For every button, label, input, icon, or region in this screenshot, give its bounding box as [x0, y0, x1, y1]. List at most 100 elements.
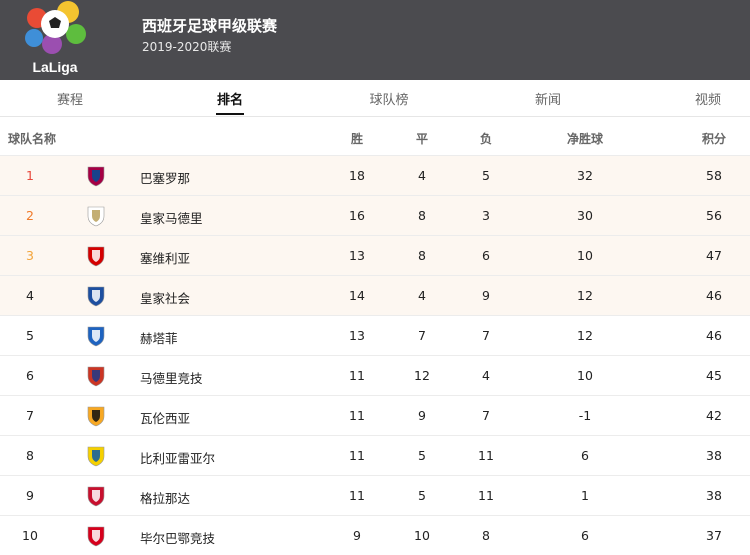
getafe-crest-icon: [87, 326, 105, 347]
points-value: 37: [706, 528, 722, 543]
wins-value: 11: [349, 408, 365, 423]
team-name[interactable]: 毕尔巴鄂竞技: [140, 528, 215, 547]
team-name[interactable]: 马德里竞技: [140, 368, 203, 387]
header-points: 积分: [701, 132, 727, 146]
points-value: 45: [706, 368, 722, 383]
table-body: 1 巴塞罗那 18 4 5 32 58 2 皇家马德里 16 8 3 30 56 3 塞维利亚 13 8 6 10 47…: [0, 155, 750, 555]
athletic-bilbao-crest-icon: [87, 526, 105, 547]
tab-news[interactable]: 新闻: [535, 89, 561, 108]
goal-diff-value: 6: [581, 448, 589, 463]
wins-value: 13: [349, 328, 365, 343]
tab-standings[interactable]: 排名: [217, 89, 243, 108]
league-header: LaLiga 西班牙足球甲级联赛 2019-2020联赛: [0, 0, 750, 80]
header-team: 球队名称: [8, 132, 57, 146]
team-name[interactable]: 塞维利亚: [140, 248, 190, 267]
points-value: 58: [706, 168, 722, 183]
draws-value: 8: [418, 248, 426, 263]
points-value: 42: [706, 408, 722, 423]
standings-table: 球队名称 胜 平 负 净胜球 积分 1 巴塞罗那 18 4 5 32 58 2 皇家马德里 16 8…: [0, 117, 750, 555]
barcelona-crest-icon: [87, 166, 105, 187]
goal-diff-value: 30: [577, 208, 593, 223]
team-name[interactable]: 巴塞罗那: [140, 168, 190, 187]
losses-value: 9: [482, 288, 490, 303]
goal-diff-value: 10: [577, 248, 593, 263]
draws-value: 10: [414, 528, 430, 543]
table-row[interactable]: 3 塞维利亚 13 8 6 10 47: [0, 235, 750, 275]
draws-value: 7: [418, 328, 426, 343]
wins-value: 11: [349, 448, 365, 463]
rank-number: 1: [26, 168, 34, 183]
wins-value: 11: [349, 368, 365, 383]
losses-value: 3: [482, 208, 490, 223]
points-value: 47: [706, 248, 722, 263]
table-row[interactable]: 9 格拉那达 11 5 11 1 38: [0, 475, 750, 515]
losses-value: 6: [482, 248, 490, 263]
losses-value: 7: [482, 328, 490, 343]
table-row[interactable]: 5 赫塔菲 13 7 7 12 46: [0, 315, 750, 355]
tab-videos[interactable]: 视频: [695, 89, 721, 108]
points-value: 38: [706, 488, 722, 503]
rank-number: 2: [26, 208, 34, 223]
team-name[interactable]: 皇家社会: [140, 288, 190, 307]
wins-value: 9: [353, 528, 361, 543]
team-name[interactable]: 瓦伦西亚: [140, 408, 190, 427]
draws-value: 4: [418, 288, 426, 303]
league-season: 2019-2020联赛: [142, 40, 232, 54]
team-name[interactable]: 格拉那达: [140, 488, 190, 507]
draws-value: 12: [414, 368, 430, 383]
table-row[interactable]: 1 巴塞罗那 18 4 5 32 58: [0, 155, 750, 195]
team-name[interactable]: 比利亚雷亚尔: [140, 448, 215, 467]
table-row[interactable]: 8 比利亚雷亚尔 11 5 11 6 38: [0, 435, 750, 475]
granada-crest-icon: [87, 486, 105, 507]
draws-value: 5: [418, 488, 426, 503]
losses-value: 11: [478, 488, 494, 503]
rank-number: 10: [22, 528, 38, 543]
draws-value: 9: [418, 408, 426, 423]
tab-team-rankings[interactable]: 球队榜: [369, 89, 408, 108]
wins-value: 14: [349, 288, 365, 303]
goal-diff-value: 10: [577, 368, 593, 383]
points-value: 38: [706, 448, 722, 463]
wins-value: 18: [349, 168, 365, 183]
tab-bar: 赛程 排名 球队榜 新闻 视频: [0, 80, 750, 117]
real-madrid-crest-icon: [87, 206, 105, 227]
table-header: 球队名称 胜 平 负 净胜球 积分: [0, 117, 750, 155]
table-row[interactable]: 7 瓦伦西亚 11 9 7 -1 42: [0, 395, 750, 435]
draws-value: 4: [418, 168, 426, 183]
losses-value: 5: [482, 168, 490, 183]
goal-diff-value: 6: [581, 528, 589, 543]
draws-value: 8: [418, 208, 426, 223]
real-sociedad-crest-icon: [87, 286, 105, 307]
losses-value: 11: [478, 448, 494, 463]
losses-value: 4: [482, 368, 490, 383]
rank-number: 3: [26, 248, 34, 263]
league-title: 西班牙足球甲级联赛: [142, 17, 278, 35]
table-row[interactable]: 10 毕尔巴鄂竞技 9 10 8 6 37: [0, 515, 750, 555]
header-win: 胜: [350, 132, 364, 146]
rank-number: 5: [26, 328, 34, 343]
table-row[interactable]: 6 马德里竞技 11 12 4 10 45: [0, 355, 750, 395]
draws-value: 5: [418, 448, 426, 463]
team-name[interactable]: 赫塔菲: [140, 328, 178, 347]
header-draw: 平: [415, 132, 429, 146]
header-goal-diff: 净胜球: [566, 132, 604, 146]
wins-value: 16: [349, 208, 365, 223]
wins-value: 13: [349, 248, 365, 263]
table-row[interactable]: 2 皇家马德里 16 8 3 30 56: [0, 195, 750, 235]
goal-diff-value: 32: [577, 168, 593, 183]
team-name[interactable]: 皇家马德里: [140, 208, 203, 227]
table-row[interactable]: 4 皇家社会 14 4 9 12 46: [0, 275, 750, 315]
rank-number: 9: [26, 488, 34, 503]
rank-number: 8: [26, 448, 34, 463]
tab-schedule[interactable]: 赛程: [57, 89, 83, 108]
points-value: 46: [706, 288, 722, 303]
villarreal-crest-icon: [87, 446, 105, 467]
valencia-crest-icon: [87, 406, 105, 427]
wins-value: 11: [349, 488, 365, 503]
header-loss: 负: [479, 132, 493, 146]
losses-value: 7: [482, 408, 490, 423]
goal-diff-value: 12: [577, 288, 593, 303]
logo-text: LaLiga: [32, 59, 77, 75]
rank-number: 7: [26, 408, 34, 423]
active-tab-indicator: [216, 113, 244, 115]
